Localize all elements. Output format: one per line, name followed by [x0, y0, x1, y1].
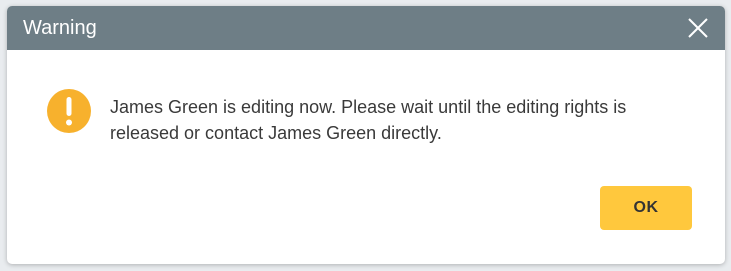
- dialog-body: James Green is editing now. Please wait …: [7, 50, 725, 264]
- dialog-titlebar: Warning: [7, 6, 725, 50]
- close-icon: [688, 18, 708, 38]
- warning-exclamation-icon: [47, 89, 91, 133]
- close-button[interactable]: [685, 15, 711, 41]
- warning-dialog: Warning James Green is editing now. Plea…: [7, 6, 725, 264]
- dialog-title: Warning: [23, 17, 97, 39]
- dialog-message: James Green is editing now. Please wait …: [110, 97, 627, 143]
- ok-button[interactable]: OK: [600, 186, 692, 230]
